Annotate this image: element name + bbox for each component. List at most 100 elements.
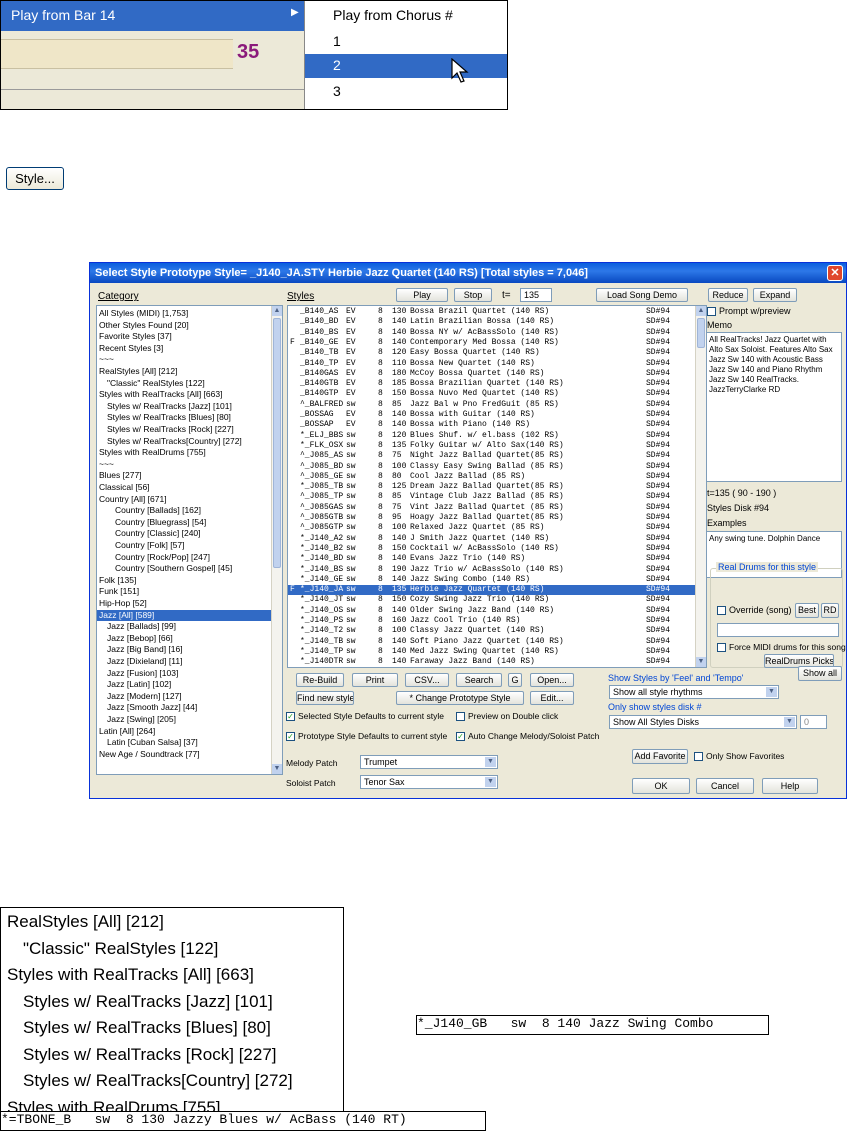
tempo-input[interactable]: 135 <box>520 288 552 302</box>
category-item[interactable]: Favorite Styles [37] <box>99 331 172 342</box>
style-row[interactable]: *_J140_T2 sw 8 100 Classy Jazz Quartet (140 … <box>288 626 696 636</box>
style-row[interactable]: _B140GAS EV 8 180 McCoy Bossa Quartet (140 R… <box>288 369 696 379</box>
style-row[interactable]: _B140GTB EV 8 185 Bossa Brazilian Quartet (1… <box>288 379 696 389</box>
category-item[interactable]: "Classic" RealStyles [122] <box>107 378 205 389</box>
category-item[interactable]: All Styles (MIDI) [1,753] <box>99 308 188 319</box>
style-row[interactable]: *_J140_GE sw 8 140 Jazz Swing Combo (140 RS)… <box>288 575 696 585</box>
style-row[interactable]: ^_J085_TP sw 8 85 Vintage Club Jazz Ballad (… <box>288 492 696 502</box>
scroll-thumb[interactable] <box>273 318 281 568</box>
style-row[interactable]: *_J140_PS sw 8 160 Jazz Cool Trio (140 RS) SD… <box>288 616 696 626</box>
reduce-button[interactable]: Reduce <box>708 288 748 302</box>
g-button[interactable]: G <box>508 673 522 687</box>
category-item[interactable]: Country [Rock/Pop] [247] <box>115 552 210 563</box>
help-button[interactable]: Help <box>762 778 818 794</box>
prompt-preview-checkbox[interactable] <box>707 307 716 316</box>
category-item[interactable]: Funk [151] <box>99 586 139 597</box>
style-row[interactable]: *_ELJ_BBS sw 8 120 Blues Shuf. w/ el.bass (1… <box>288 431 696 441</box>
style-rhythms-select[interactable]: Show all style rhythms ▼ <box>609 685 779 699</box>
prototype-defaults-checkbox[interactable]: ✓ <box>286 732 295 741</box>
category-item[interactable]: ~~~ <box>99 354 114 365</box>
csv-button[interactable]: CSV... <box>405 673 449 687</box>
override-song-checkbox[interactable] <box>717 606 726 615</box>
category-item[interactable]: Jazz [Latin] [102] <box>107 679 171 690</box>
category-item[interactable]: Hip-Hop [52] <box>99 598 147 609</box>
category-item[interactable]: Jazz [All] [589] <box>97 609 275 621</box>
category-item[interactable]: Jazz [Big Band] [16] <box>107 644 183 655</box>
style-row[interactable]: *_J140_BD sw 8 140 Evans Jazz Trio (140 RS) S… <box>288 554 696 564</box>
style-row[interactable]: _B140_BS EV 8 140 Bossa NY w/ AcBassSolo (14… <box>288 328 696 338</box>
category-item[interactable]: Jazz [Dixieland] [11] <box>107 656 182 667</box>
category-item[interactable]: Latin [All] [264] <box>99 726 155 737</box>
category-item[interactable]: Styles w/ RealTracks [Jazz] [101] <box>107 401 232 412</box>
style-row[interactable]: ^_J085GAS sw 8 75 Vint Jazz Ballad Quartet (… <box>288 503 696 513</box>
category-item[interactable]: Jazz [Fusion] [103] <box>107 668 178 679</box>
best-button[interactable]: Best <box>795 603 819 618</box>
style-row[interactable]: ^_J085_BD sw 8 100 Classy Easy Swing Ballad … <box>288 462 696 472</box>
category-item[interactable]: Jazz [Bebop] [66] <box>107 633 173 644</box>
category-item[interactable]: Jazz [Smooth Jazz] [44] <box>107 702 197 713</box>
category-item[interactable]: ~~~ <box>99 459 114 470</box>
scroll-up-icon[interactable]: ▲ <box>696 306 706 316</box>
category-item[interactable]: Jazz [Ballads] [99] <box>107 621 176 632</box>
change-prototype-button[interactable]: * Change Prototype Style <box>396 691 524 705</box>
scroll-thumb[interactable] <box>697 318 705 348</box>
style-row[interactable]: ^_BALFRED sw 8 85 Jazz Bal w Pno FredGuit (8… <box>288 400 696 410</box>
style-row[interactable]: *_J140_A2 sw 8 140 J Smith Jazz Quartet (140… <box>288 534 696 544</box>
ok-button[interactable]: OK <box>632 778 690 794</box>
expand-button[interactable]: Expand <box>753 288 797 302</box>
category-item[interactable]: Classical [56] <box>99 482 150 493</box>
load-song-demo-button[interactable]: Load Song Demo <box>596 288 688 302</box>
category-scrollbar[interactable]: ▲ ▼ <box>271 306 282 774</box>
styles-list[interactable]: _B140_AS EV 8 130 Bossa Brazil Quartet (140 … <box>287 305 707 668</box>
category-item[interactable]: Jazz [Modern] [127] <box>107 691 182 702</box>
style-row[interactable]: *_J085_TB sw 8 125 Dream Jazz Ballad Quartet… <box>288 482 696 492</box>
style-row[interactable]: _BOSSAP EV 8 140 Bossa with Piano (140 RS) SD… <box>288 420 696 430</box>
search-button[interactable]: Search <box>456 673 502 687</box>
style-row[interactable]: *_J140_TP sw 8 140 Med Jazz Swing Quartet (1… <box>288 647 696 657</box>
category-item[interactable]: Blues [277] <box>99 470 142 481</box>
category-item[interactable]: RealStyles [All] [212] <box>99 366 177 377</box>
category-item[interactable]: Country [Southern Gospel] [45] <box>115 563 232 574</box>
melody-patch-select[interactable]: Trumpet ▼ <box>360 755 498 769</box>
style-row[interactable]: F _B140_GE EV 8 140 Contemporary Med Bossa (1… <box>288 338 696 348</box>
style-row[interactable]: *_J140_BS sw 8 190 Jazz Trio w/ AcBassSolo (… <box>288 565 696 575</box>
style-row[interactable]: _B140_TB EV 8 120 Easy Bossa Quartet (140 RS… <box>288 348 696 358</box>
category-item[interactable]: Recent Styles [3] <box>99 343 163 354</box>
submenu-item-3[interactable]: 3 <box>305 80 507 104</box>
category-item[interactable]: Folk [135] <box>99 575 136 586</box>
submenu-title[interactable]: Play from Chorus # <box>305 4 507 28</box>
real-drums-input[interactable] <box>717 623 839 637</box>
play-button[interactable]: Play <box>396 288 448 302</box>
style-row[interactable]: ^_J085GTP sw 8 100 Relaxed Jazz Quartet (85 … <box>288 523 696 533</box>
edit-button[interactable]: Edit... <box>530 691 574 705</box>
style-row[interactable]: *_J140_JT sw 8 150 Cozy Swing Jazz Trio (140… <box>288 595 696 605</box>
submenu-item-2[interactable]: 2 <box>305 54 507 83</box>
print-button[interactable]: Print <box>352 673 398 687</box>
menu-item-play-from-bar[interactable]: Play from Bar 14 ▶ <box>1 1 304 31</box>
auto-change-checkbox[interactable]: ✓ <box>456 732 465 741</box>
styles-scrollbar[interactable]: ▲ ▼ <box>695 306 706 667</box>
style-row[interactable]: _B140_BD EV 8 140 Latin Brazilian Bossa (140… <box>288 317 696 327</box>
category-item[interactable]: Latin [Cuban Salsa] [37] <box>107 737 198 748</box>
category-item[interactable]: Styles with RealDrums [755] <box>99 447 206 458</box>
style-row[interactable]: *_FLK_OSX sw 8 135 Folky Guitar w/ Alto Sax(… <box>288 441 696 451</box>
category-item[interactable]: Jazz [Swing] [205] <box>107 714 176 725</box>
show-all-button[interactable]: Show all <box>798 666 842 681</box>
style-row[interactable]: *_J140_TB sw 8 140 Soft Piano Jazz Quartet (… <box>288 637 696 647</box>
category-item[interactable]: Styles w/ RealTracks [Blues] [80] <box>107 412 231 423</box>
style-row[interactable]: _B140GTP EV 8 150 Bossa Nuvo Med Quartet (14… <box>288 389 696 399</box>
category-list[interactable]: All Styles (MIDI) [1,753] Other Styles Fo… <box>96 305 283 775</box>
category-item[interactable]: Country [All] [671] <box>99 494 167 505</box>
category-item[interactable]: Country [Classic] [240] <box>115 528 201 539</box>
scroll-down-icon[interactable]: ▼ <box>696 657 706 667</box>
only-favorites-checkbox[interactable] <box>694 752 703 761</box>
open-button[interactable]: Open... <box>530 673 574 687</box>
style-row[interactable]: F *_J140_JA sw 8 135 Herbie Jazz Quartet (140… <box>288 585 696 596</box>
style-button[interactable]: Style... <box>6 167 64 190</box>
style-row[interactable]: *_J140OTRsw 8 135 Basie Big Band (140 RS) SD… <box>288 668 696 669</box>
force-midi-checkbox[interactable] <box>717 643 726 652</box>
style-row[interactable]: _BOSSAG EV 8 140 Bossa with Guitar (140 RS) S… <box>288 410 696 420</box>
category-item[interactable]: Country [Ballads] [162] <box>115 505 201 516</box>
style-row[interactable]: _B140_TP EV 8 110 Bossa New Quartet (140 RS)… <box>288 359 696 369</box>
style-row[interactable]: _B140_AS EV 8 130 Bossa Brazil Quartet (140 … <box>288 307 696 317</box>
